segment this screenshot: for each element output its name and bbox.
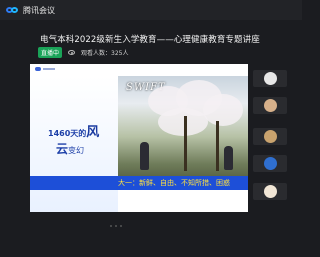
avatar xyxy=(263,185,277,198)
participant-tile[interactable] xyxy=(253,155,287,172)
participant-tile[interactable] xyxy=(253,128,287,145)
slide-banner-text: 大一：新鲜、自由、不知所措、困惑 xyxy=(118,179,230,187)
slide-title-panel: 1460天的风 云变幻 xyxy=(30,76,118,212)
slide-logo xyxy=(35,67,55,71)
participant-tile[interactable] xyxy=(253,183,287,200)
slide-headline: 1460天的风 xyxy=(48,125,100,140)
app-name: 腾讯会议 xyxy=(23,5,55,15)
scroll-indicator xyxy=(110,225,122,227)
campus-photo: SWIFT xyxy=(118,76,248,186)
participant-tile[interactable] xyxy=(253,97,287,114)
live-badge: 直播中 xyxy=(38,47,63,58)
live-status: 直播中 观看人数：325人 xyxy=(38,47,128,58)
avatar xyxy=(263,99,277,112)
avatar xyxy=(263,157,277,170)
participant-tile[interactable] xyxy=(253,70,287,87)
meeting-title: 电气本科2022级新生入学教育——心理健康教育专题讲座 xyxy=(40,35,260,45)
shared-slide: 1460天的风 云变幻 SWIFT 大一：新鲜、自由、不知所措、困惑 xyxy=(30,64,248,212)
eye-icon xyxy=(68,50,76,55)
tencent-meeting-logo-icon xyxy=(6,6,19,14)
avatar xyxy=(263,72,277,85)
viewer-count: 观看人数：325人 xyxy=(81,50,129,57)
title-bar: 腾讯会议 xyxy=(0,0,302,20)
avatar xyxy=(263,130,277,143)
slide-subline: 云变幻 xyxy=(56,142,85,156)
